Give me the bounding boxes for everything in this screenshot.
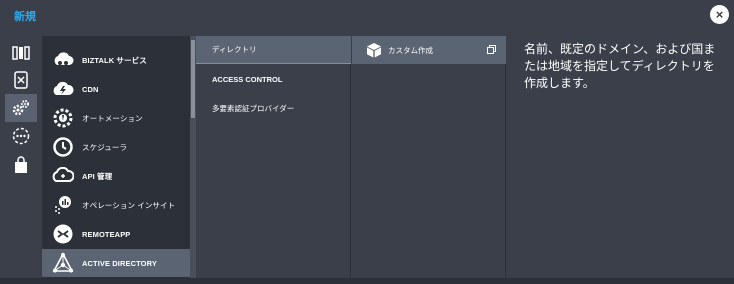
list-item-label: オートメーション [82,113,143,123]
custom-create-button[interactable]: カスタム作成 [352,36,506,64]
title-bar: 新規 × [0,0,734,30]
list-item-cdn[interactable]: CDN [42,75,192,103]
list-item-label: 多要素認証プロバイダー [212,103,295,113]
list-item-automation[interactable]: オートメーション [42,104,192,132]
category-rail [0,36,42,280]
list-item-access-control[interactable]: ACCESS CONTROL [196,65,351,93]
list-item-directory[interactable]: ディレクトリ [196,36,351,64]
list-item-label: スケジューラ [82,142,128,152]
list-item-label: カスタム作成 [388,45,433,55]
scheduler-icon [53,137,73,157]
list-item-label: REMOTEAPP [82,229,131,239]
automation-icon [53,108,73,128]
biztalk-icon [54,52,74,65]
network-icon [12,127,30,145]
app-services-icon [12,100,29,116]
list-item-remoteapp[interactable]: REMOTEAPP [42,220,192,248]
cube-icon [367,43,381,58]
close-icon: × [715,7,724,22]
api-management-icon [52,167,74,182]
list-item-label: BIZTALK サービス [82,55,147,65]
list-item-active-directory[interactable]: ACTIVE DIRECTORY [42,249,192,277]
remoteapp-icon [53,224,73,244]
list-item-mfa-provider[interactable]: 多要素認証プロバイダー [196,94,351,122]
list-item-operational-insights[interactable]: オペレーション インサイト [42,191,192,219]
list-item-label: API 管理 [82,171,113,181]
rail-item-network[interactable] [5,122,37,150]
list-item-label: ACCESS CONTROL [212,74,283,84]
rail-item-data-services[interactable] [5,66,37,94]
create-option-list: カスタム作成 [352,36,506,278]
operational-insights-icon [55,196,71,214]
close-button[interactable]: × [710,5,729,24]
list-item-label: CDN [82,84,99,94]
rail-item-store[interactable] [5,151,37,179]
list-item-api-management[interactable]: API 管理 [42,162,192,190]
ad-option-list: ディレクトリ ACCESS CONTROL 多要素認証プロバイダー [196,36,351,278]
description-text: 名前、既定のドメイン、および国または地域を指定してディレクトリを作成します。 [524,42,716,90]
list-item-label: ディレクトリ [212,45,257,54]
list-item-scheduler[interactable]: スケジューラ [42,133,192,161]
data-services-icon [14,71,28,89]
service-list: BIZTALK サービス CDN オートメーション スケジューラ API 管理 [42,36,192,278]
list-item-biztalk[interactable]: BIZTALK サービス [42,46,192,74]
service-list-scroll-thumb[interactable] [191,40,195,118]
active-directory-icon [52,252,74,273]
list-item-label: オペレーション インサイト [82,200,176,210]
footer-bar [0,278,734,284]
open-window-icon [487,45,496,54]
list-item-label: ACTIVE DIRECTORY [82,258,157,268]
compute-icon [12,46,30,60]
rail-item-compute[interactable] [5,39,37,67]
store-icon [15,156,27,173]
rail-item-app-services[interactable] [5,94,37,122]
cdn-icon [53,81,74,95]
dialog-title: 新規 [14,11,36,23]
